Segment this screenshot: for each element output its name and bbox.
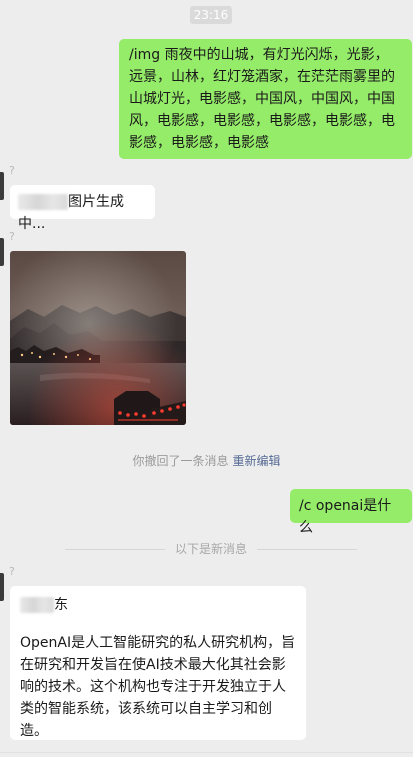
sender-name-redacted [20,597,54,613]
unknown-marker: ? [9,230,15,243]
chat-window: 23:16 /img 雨夜中的山城，有灯光闪烁，光影，远景，山林，红灯笼酒家，在… [0,0,413,757]
sender-suffix: 东 [54,597,68,613]
generated-image[interactable] [10,251,186,425]
recall-notice: 你撤回了一条消息 重新编辑 [0,452,413,469]
message-text: /img 雨夜中的山城，有灯光闪烁，光影，远景，山林，红灯笼酒家，在茫茫雨雾里的… [129,47,395,151]
unknown-marker: ? [9,164,15,177]
input-area-border [0,752,413,753]
divider-label: 以下是新消息 [174,542,247,556]
sender-name-redacted [18,194,68,210]
avatar[interactable] [0,573,4,601]
reedit-link[interactable]: 重新编辑 [233,454,281,468]
new-messages-divider: 以下是新消息 [65,541,357,557]
received-message-generating[interactable]: 图片生成中... [10,185,155,232]
reply-header: 东 [20,594,296,616]
message-text: OpenAI是人工智能研究的私人研究机构，旨在研究和开发旨在使AI技术最大化其社… [20,635,296,739]
message-text: /c openai是什么 [299,498,392,536]
recall-text: 你撤回了一条消息 [132,454,229,468]
sent-message-question[interactable]: /c openai是什么 [290,489,412,536]
sent-message-prompt[interactable]: /img 雨夜中的山城，有灯光闪烁，光影，远景，山林，红灯笼酒家，在茫茫雨雾里的… [119,39,412,159]
avatar[interactable] [0,238,4,266]
received-message-answer[interactable]: 东 OpenAI是人工智能研究的私人研究机构，旨在研究和开发旨在使AI技术最大化… [10,586,306,740]
timestamp: 23:16 [190,6,232,24]
rainy-mountain-town-image [10,251,186,425]
unknown-marker: ? [9,565,15,578]
avatar[interactable] [0,172,4,200]
